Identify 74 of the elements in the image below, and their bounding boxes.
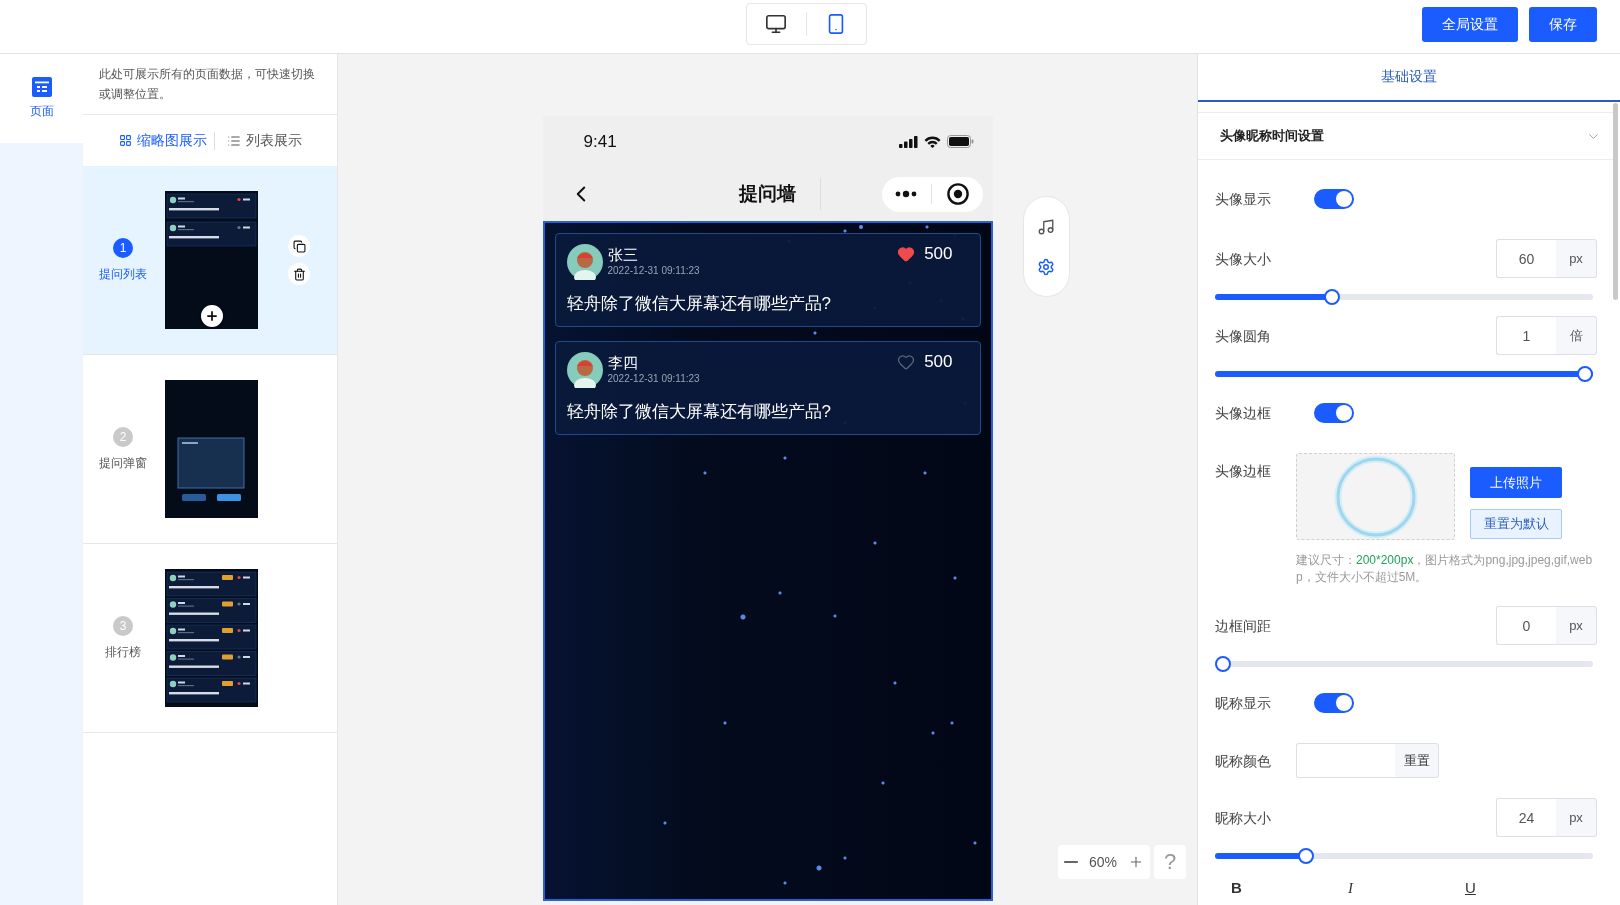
music-note-icon[interactable] (1037, 217, 1055, 236)
field-label: 头像圆角 (1215, 326, 1272, 345)
page-name: 排行榜 (105, 644, 141, 660)
field-label: 头像边框 (1215, 462, 1272, 480)
list-icon (226, 133, 241, 148)
field-label: 昵称颜色 (1215, 751, 1272, 770)
page-name: 提问列表 (99, 266, 147, 282)
field-label: 昵称显示 (1215, 694, 1272, 712)
field-label: 昵称大小 (1215, 808, 1272, 827)
page-name: 提问弹窗 (99, 455, 147, 471)
zoom-level: 60% (1089, 854, 1117, 870)
field-label: 边框间距 (1215, 616, 1272, 635)
grid-icon (118, 134, 132, 147)
plus-icon (1128, 854, 1144, 870)
page-layout-icon (31, 77, 52, 97)
settings-icon[interactable] (1037, 257, 1055, 276)
size-hint: 建议尺寸：200*200px，图片格式为png,jpg,jpeg,gif,webp，文件大小不超过5M。 (1296, 552, 1594, 586)
rail-tab[interactable]: 页面 (0, 54, 83, 143)
page-title: 提问墙 (739, 182, 796, 206)
avatar-icon (566, 352, 603, 388)
view-tab[interactable]: 缩略图展示 (118, 131, 207, 150)
post-time: 2022-12-31 09:11:23 (607, 372, 700, 386)
toggle-switch[interactable] (1314, 189, 1354, 209)
post-time: 2022-12-31 09:11:23 (607, 264, 700, 278)
plus-icon (204, 309, 219, 323)
toggle-switch[interactable] (1314, 403, 1354, 423)
ring-icon (1333, 454, 1418, 539)
field-label: 头像边框 (1215, 404, 1272, 422)
signal-icon (898, 135, 918, 148)
user-name: 张三 (607, 246, 639, 264)
panel-description: 此处可展示所有的页面数据，可快速切换或调整位置。 (83, 54, 337, 115)
like-count: 500 (924, 352, 953, 372)
question-text: 轻舟除了微信大屏幕还有哪些产品? (566, 401, 832, 423)
like-count: 500 (924, 244, 953, 264)
target-icon[interactable] (947, 183, 970, 205)
minus-icon (1064, 861, 1078, 863)
slider-thumb[interactable] (1323, 289, 1340, 305)
upload-button[interactable]: 上传照片 (1470, 467, 1562, 498)
zoom-in-button[interactable] (1128, 854, 1144, 870)
slider-thumb[interactable] (1298, 848, 1315, 864)
copy-button[interactable] (288, 235, 310, 257)
bold-button[interactable]: B (1231, 877, 1242, 899)
copy-icon (292, 239, 306, 253)
status-time: 9:41 (583, 131, 617, 152)
underline-button[interactable]: U (1465, 877, 1476, 899)
heart-icon[interactable] (897, 353, 916, 371)
toggle-switch[interactable] (1314, 693, 1354, 713)
heart-icon[interactable] (897, 245, 916, 263)
save-button[interactable]: 保存 (1529, 7, 1597, 42)
avatar-icon (566, 244, 603, 280)
more-icon[interactable] (894, 190, 917, 198)
user-name: 李四 (607, 354, 639, 372)
field-label: 头像大小 (1215, 249, 1272, 268)
section-header[interactable]: 头像昵称时间设置 (1198, 112, 1613, 160)
question-text: 轻舟除了微信大屏幕还有哪些产品? (566, 293, 832, 315)
trash-icon (292, 267, 306, 281)
wifi-icon (923, 135, 941, 148)
page-number-badge: 1 (113, 238, 133, 258)
field-label: 头像显示 (1215, 190, 1272, 208)
page-list-item[interactable]: 1 提问列表 (83, 166, 337, 355)
scrollbar-thumb[interactable] (1613, 103, 1618, 300)
slider-thumb[interactable] (1577, 366, 1593, 382)
italic-button[interactable]: I (1348, 877, 1353, 899)
slider-track[interactable] (1215, 848, 1593, 864)
slider-thumb[interactable] (1215, 656, 1231, 672)
slider-track[interactable] (1215, 366, 1593, 382)
slider-track[interactable] (1215, 656, 1593, 672)
global-settings-button[interactable]: 全局设置 (1422, 7, 1518, 42)
monitor-icon (765, 13, 787, 35)
battery-icon (946, 135, 974, 148)
reset-default-button[interactable]: 重置为默认 (1470, 509, 1562, 539)
slider-track[interactable] (1215, 289, 1593, 305)
view-tab[interactable]: 列表展示 (226, 131, 302, 150)
delete-button[interactable] (288, 263, 310, 285)
